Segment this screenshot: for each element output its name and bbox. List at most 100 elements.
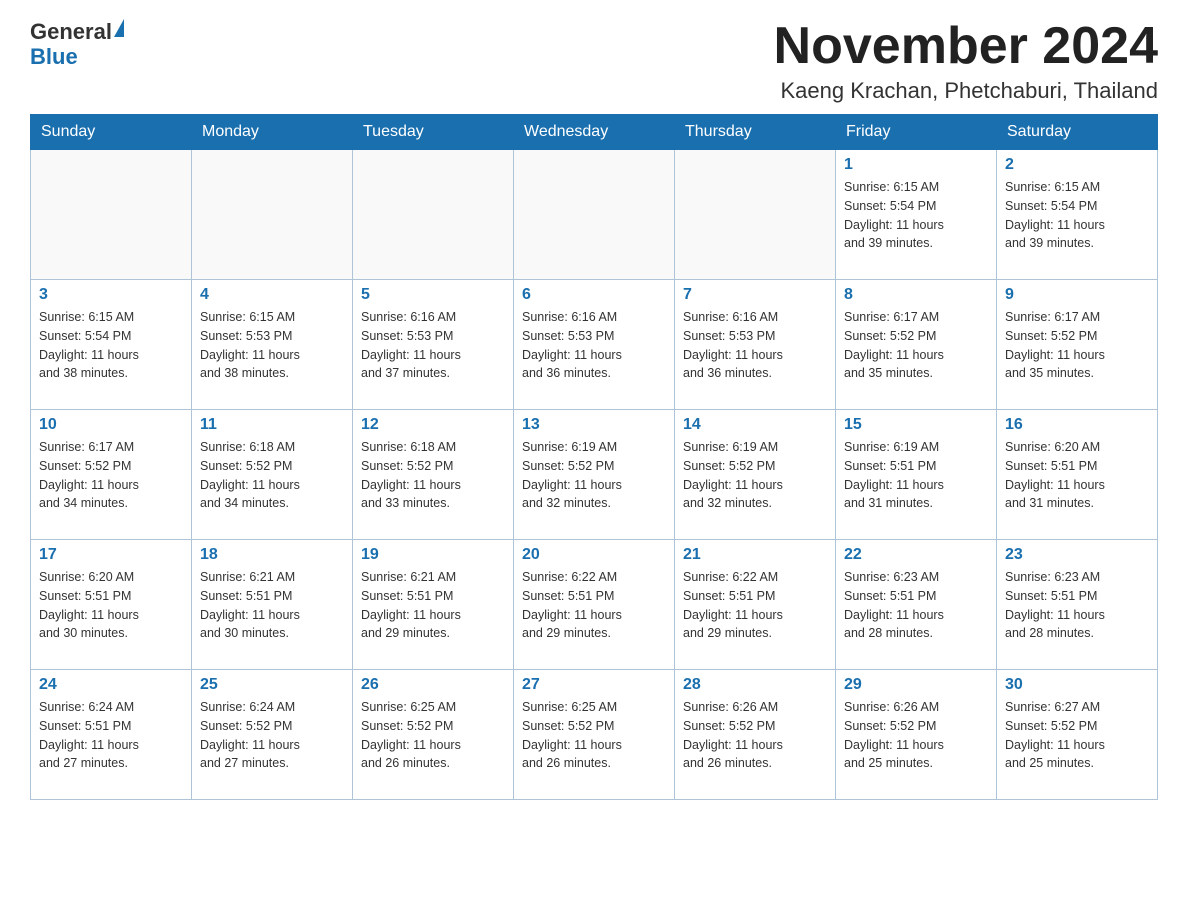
- day-cell: 8 Sunrise: 6:17 AM Sunset: 5:52 PM Daylig…: [836, 280, 997, 410]
- header-saturday: Saturday: [997, 115, 1158, 150]
- day-number: 1: [844, 156, 988, 174]
- day-number: 22: [844, 546, 988, 564]
- day-info: Sunrise: 6:26 AM Sunset: 5:52 PM Dayligh…: [683, 698, 827, 773]
- day-info: Sunrise: 6:18 AM Sunset: 5:52 PM Dayligh…: [361, 438, 505, 513]
- day-number: 10: [39, 416, 183, 434]
- week-row-2: 3 Sunrise: 6:15 AM Sunset: 5:54 PM Daylig…: [31, 280, 1158, 410]
- day-cell: 30Sunrise: 6:27 AM Sunset: 5:52 PM Dayli…: [997, 670, 1158, 800]
- day-number: 13: [522, 416, 666, 434]
- page-header: General Blue November 2024 Kaeng Krachan…: [30, 20, 1158, 104]
- day-cell: 14Sunrise: 6:19 AM Sunset: 5:52 PM Dayli…: [675, 410, 836, 540]
- day-info: Sunrise: 6:18 AM Sunset: 5:52 PM Dayligh…: [200, 438, 344, 513]
- day-info: Sunrise: 6:17 AM Sunset: 5:52 PM Dayligh…: [1005, 308, 1149, 383]
- header-sunday: Sunday: [31, 115, 192, 150]
- day-number: 3: [39, 286, 183, 304]
- day-cell: [192, 150, 353, 280]
- day-cell: [514, 150, 675, 280]
- week-row-1: 1 Sunrise: 6:15 AM Sunset: 5:54 PM Daylig…: [31, 150, 1158, 280]
- day-number: 11: [200, 416, 344, 434]
- day-cell: 6Sunrise: 6:16 AM Sunset: 5:53 PM Daylig…: [514, 280, 675, 410]
- header-thursday: Thursday: [675, 115, 836, 150]
- day-cell: 26 Sunrise: 6:25 AM Sunset: 5:52 PM Dayli…: [353, 670, 514, 800]
- day-cell: 2Sunrise: 6:15 AM Sunset: 5:54 PM Daylig…: [997, 150, 1158, 280]
- logo-triangle-icon: [114, 19, 124, 37]
- calendar-table: SundayMondayTuesdayWednesdayThursdayFrid…: [30, 114, 1158, 800]
- day-info: Sunrise: 6:23 AM Sunset: 5:51 PM Dayligh…: [1005, 568, 1149, 643]
- day-cell: 27 Sunrise: 6:25 AM Sunset: 5:52 PM Dayli…: [514, 670, 675, 800]
- day-number: 8: [844, 286, 988, 304]
- day-cell: 23 Sunrise: 6:23 AM Sunset: 5:51 PM Dayli…: [997, 540, 1158, 670]
- day-info: Sunrise: 6:25 AM Sunset: 5:52 PM Dayligh…: [361, 698, 505, 773]
- day-number: 24: [39, 676, 183, 694]
- week-row-4: 17 Sunrise: 6:20 AM Sunset: 5:51 PM Dayli…: [31, 540, 1158, 670]
- day-cell: 29 Sunrise: 6:26 AM Sunset: 5:52 PM Dayli…: [836, 670, 997, 800]
- day-info: Sunrise: 6:15 AM Sunset: 5:54 PM Dayligh…: [39, 308, 183, 383]
- day-number: 9: [1005, 286, 1149, 304]
- day-info: Sunrise: 6:16 AM Sunset: 5:53 PM Dayligh…: [683, 308, 827, 383]
- day-number: 27: [522, 676, 666, 694]
- header-wednesday: Wednesday: [514, 115, 675, 150]
- day-number: 28: [683, 676, 827, 694]
- day-cell: [675, 150, 836, 280]
- day-info: Sunrise: 6:16 AM Sunset: 5:53 PM Dayligh…: [361, 308, 505, 383]
- day-number: 2: [1005, 156, 1149, 174]
- day-info: Sunrise: 6:24 AM Sunset: 5:52 PM Dayligh…: [200, 698, 344, 773]
- day-cell: [353, 150, 514, 280]
- day-cell: 4 Sunrise: 6:15 AM Sunset: 5:53 PM Daylig…: [192, 280, 353, 410]
- day-number: 12: [361, 416, 505, 434]
- day-cell: 7 Sunrise: 6:16 AM Sunset: 5:53 PM Daylig…: [675, 280, 836, 410]
- day-info: Sunrise: 6:25 AM Sunset: 5:52 PM Dayligh…: [522, 698, 666, 773]
- day-cell: 11 Sunrise: 6:18 AM Sunset: 5:52 PM Dayli…: [192, 410, 353, 540]
- day-number: 19: [361, 546, 505, 564]
- title-block: November 2024 Kaeng Krachan, Phetchaburi…: [774, 20, 1158, 104]
- day-info: Sunrise: 6:20 AM Sunset: 5:51 PM Dayligh…: [1005, 438, 1149, 513]
- day-info: Sunrise: 6:17 AM Sunset: 5:52 PM Dayligh…: [39, 438, 183, 513]
- day-info: Sunrise: 6:19 AM Sunset: 5:51 PM Dayligh…: [844, 438, 988, 513]
- day-info: Sunrise: 6:22 AM Sunset: 5:51 PM Dayligh…: [683, 568, 827, 643]
- day-number: 20: [522, 546, 666, 564]
- day-info: Sunrise: 6:21 AM Sunset: 5:51 PM Dayligh…: [200, 568, 344, 643]
- day-number: 4: [200, 286, 344, 304]
- day-cell: 28 Sunrise: 6:26 AM Sunset: 5:52 PM Dayli…: [675, 670, 836, 800]
- day-cell: 13 Sunrise: 6:19 AM Sunset: 5:52 PM Dayli…: [514, 410, 675, 540]
- month-title: November 2024: [774, 20, 1158, 72]
- day-number: 5: [361, 286, 505, 304]
- day-cell: 15 Sunrise: 6:19 AM Sunset: 5:51 PM Dayli…: [836, 410, 997, 540]
- day-number: 26: [361, 676, 505, 694]
- week-row-3: 10 Sunrise: 6:17 AM Sunset: 5:52 PM Dayli…: [31, 410, 1158, 540]
- day-cell: 1 Sunrise: 6:15 AM Sunset: 5:54 PM Daylig…: [836, 150, 997, 280]
- day-cell: 17 Sunrise: 6:20 AM Sunset: 5:51 PM Dayli…: [31, 540, 192, 670]
- day-info: Sunrise: 6:19 AM Sunset: 5:52 PM Dayligh…: [522, 438, 666, 513]
- header-friday: Friday: [836, 115, 997, 150]
- day-info: Sunrise: 6:15 AM Sunset: 5:54 PM Dayligh…: [844, 178, 988, 253]
- day-cell: 20Sunrise: 6:22 AM Sunset: 5:51 PM Dayli…: [514, 540, 675, 670]
- day-number: 15: [844, 416, 988, 434]
- day-info: Sunrise: 6:20 AM Sunset: 5:51 PM Dayligh…: [39, 568, 183, 643]
- day-number: 29: [844, 676, 988, 694]
- logo-general: General: [30, 20, 112, 44]
- header-row: SundayMondayTuesdayWednesdayThursdayFrid…: [31, 115, 1158, 150]
- day-info: Sunrise: 6:17 AM Sunset: 5:52 PM Dayligh…: [844, 308, 988, 383]
- day-info: Sunrise: 6:26 AM Sunset: 5:52 PM Dayligh…: [844, 698, 988, 773]
- day-cell: 24 Sunrise: 6:24 AM Sunset: 5:51 PM Dayli…: [31, 670, 192, 800]
- day-cell: [31, 150, 192, 280]
- day-cell: 5 Sunrise: 6:16 AM Sunset: 5:53 PM Daylig…: [353, 280, 514, 410]
- day-cell: 9 Sunrise: 6:17 AM Sunset: 5:52 PM Daylig…: [997, 280, 1158, 410]
- day-cell: 16 Sunrise: 6:20 AM Sunset: 5:51 PM Dayli…: [997, 410, 1158, 540]
- day-cell: 19Sunrise: 6:21 AM Sunset: 5:51 PM Dayli…: [353, 540, 514, 670]
- day-info: Sunrise: 6:23 AM Sunset: 5:51 PM Dayligh…: [844, 568, 988, 643]
- header-monday: Monday: [192, 115, 353, 150]
- day-cell: 22 Sunrise: 6:23 AM Sunset: 5:51 PM Dayli…: [836, 540, 997, 670]
- day-number: 25: [200, 676, 344, 694]
- day-info: Sunrise: 6:24 AM Sunset: 5:51 PM Dayligh…: [39, 698, 183, 773]
- day-number: 17: [39, 546, 183, 564]
- day-cell: 3 Sunrise: 6:15 AM Sunset: 5:54 PM Daylig…: [31, 280, 192, 410]
- day-number: 23: [1005, 546, 1149, 564]
- day-cell: 12 Sunrise: 6:18 AM Sunset: 5:52 PM Dayli…: [353, 410, 514, 540]
- day-number: 16: [1005, 416, 1149, 434]
- day-number: 7: [683, 286, 827, 304]
- day-number: 30: [1005, 676, 1149, 694]
- day-info: Sunrise: 6:15 AM Sunset: 5:53 PM Dayligh…: [200, 308, 344, 383]
- day-number: 6: [522, 286, 666, 304]
- day-cell: 10 Sunrise: 6:17 AM Sunset: 5:52 PM Dayli…: [31, 410, 192, 540]
